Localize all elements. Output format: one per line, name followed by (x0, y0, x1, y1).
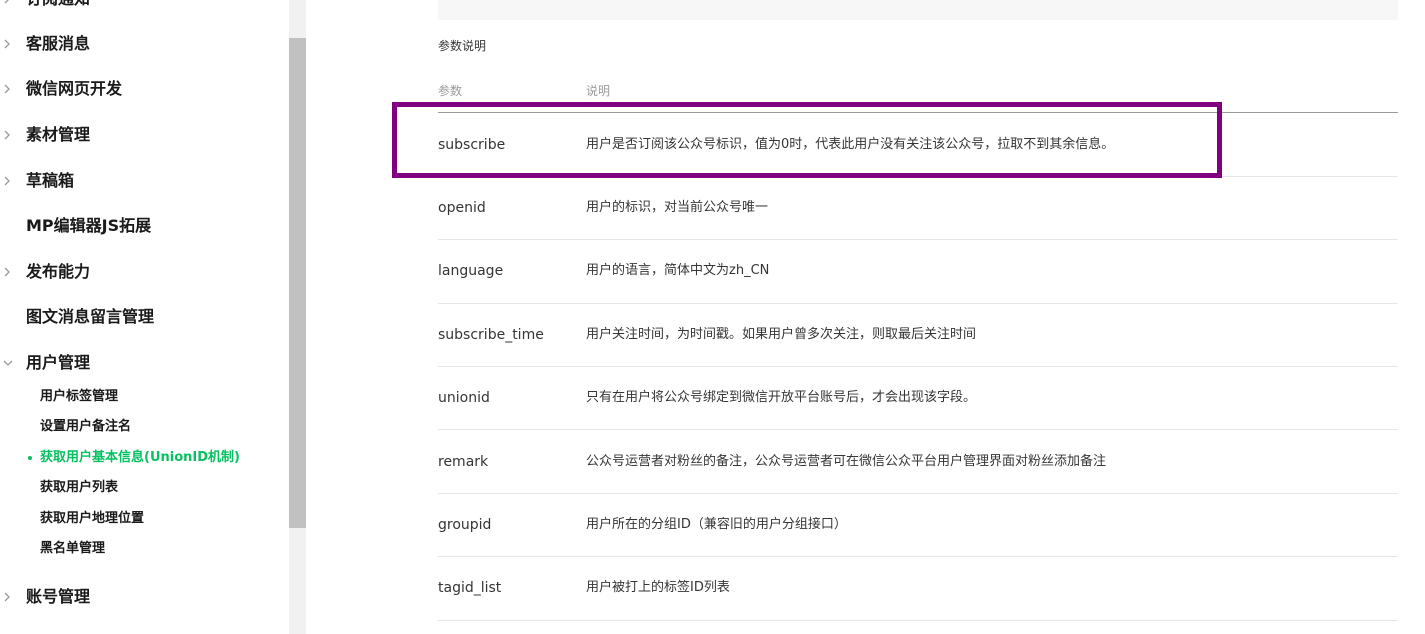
section-title: 参数说明 (438, 39, 487, 53)
table-cell-param: openid (438, 200, 486, 216)
sidebar-item-label: 订阅通知 (26, 0, 90, 14)
table-row-divider (438, 556, 1398, 557)
sidebar-scrollbar-thumb[interactable] (289, 38, 306, 528)
table-header-desc: 说明 (586, 84, 611, 98)
highlight-box (392, 102, 1222, 178)
sidebar-item-label: 微信网页开发 (26, 79, 123, 98)
table-cell-param: unionid (438, 390, 490, 406)
sidebar-subitem-blacklist[interactable]: 黑名单管理 (40, 538, 105, 560)
code-block (438, 0, 1398, 20)
sidebar-item-label: 客服消息 (26, 34, 91, 53)
table-header-param: 参数 (438, 84, 463, 98)
table-row-divider (438, 366, 1398, 367)
sidebar-subitem-user-list[interactable]: 获取用户列表 (40, 477, 118, 499)
chevron-right-icon (3, 74, 15, 104)
sidebar-item-label: 用户管理 (26, 353, 91, 372)
sidebar-subitem-user-tags[interactable]: 用户标签管理 (40, 386, 118, 408)
table-cell-param: subscribe_time (438, 327, 544, 343)
sidebar-item-label: 账号管理 (26, 587, 91, 606)
table-cell-param: groupid (438, 517, 492, 533)
sidebar-subitem-user-remark[interactable]: 设置用户备注名 (40, 416, 131, 438)
active-bullet-icon (28, 456, 32, 460)
table-row-divider (438, 239, 1398, 240)
sidebar-subitem-user-info[interactable]: 获取用户基本信息(UnionID机制) (40, 447, 240, 469)
table-cell-desc: 用户的语言，简体中文为zh_CN (586, 263, 770, 278)
sidebar-item-label: 图文消息留言管理 (26, 307, 155, 326)
table-row-divider (438, 620, 1398, 621)
doc-sidebar: 订阅通知 客服消息 微信网页开发 素材管理 草稿箱 MP编辑器JS拓展 发布能力… (0, 0, 289, 634)
table-row-divider (438, 303, 1398, 304)
sidebar-item-label: 草稿箱 (26, 171, 75, 190)
chevron-right-icon (3, 257, 15, 287)
table-cell-desc: 用户所在的分组ID（兼容旧的用户分组接口） (586, 517, 847, 532)
sidebar-item-label: 素材管理 (26, 125, 91, 144)
table-cell-desc: 用户被打上的标签ID列表 (586, 580, 730, 595)
table-cell-param: tagid_list (438, 580, 502, 596)
table-row-divider (438, 429, 1398, 430)
chevron-right-icon (3, 29, 15, 59)
table-cell-desc: 公众号运营者对粉丝的备注，公众号运营者可在微信公众平台用户管理界面对粉丝添加备注 (586, 454, 1107, 469)
table-cell-param: language (438, 263, 504, 279)
table-cell-desc: 只有在用户将公众号绑定到微信开放平台账号后，才会出现该字段。 (586, 390, 977, 405)
chevron-down-icon (3, 348, 15, 378)
table-cell-param: remark (438, 454, 489, 470)
chevron-right-icon (3, 0, 15, 14)
chevron-right-icon (3, 120, 15, 150)
table-cell-desc: 用户关注时间，为时间戳。如果用户曾多次关注，则取最后关注时间 (586, 327, 977, 342)
sidebar-item-label: MP编辑器JS拓展 (26, 216, 152, 235)
sidebar-subitem-user-location[interactable]: 获取用户地理位置 (40, 508, 144, 530)
sidebar-item-label: 发布能力 (26, 262, 91, 281)
table-cell-desc: 用户的标识，对当前公众号唯一 (586, 200, 769, 215)
table-row-divider (438, 493, 1398, 494)
chevron-right-icon (3, 582, 15, 612)
chevron-right-icon (3, 166, 15, 196)
